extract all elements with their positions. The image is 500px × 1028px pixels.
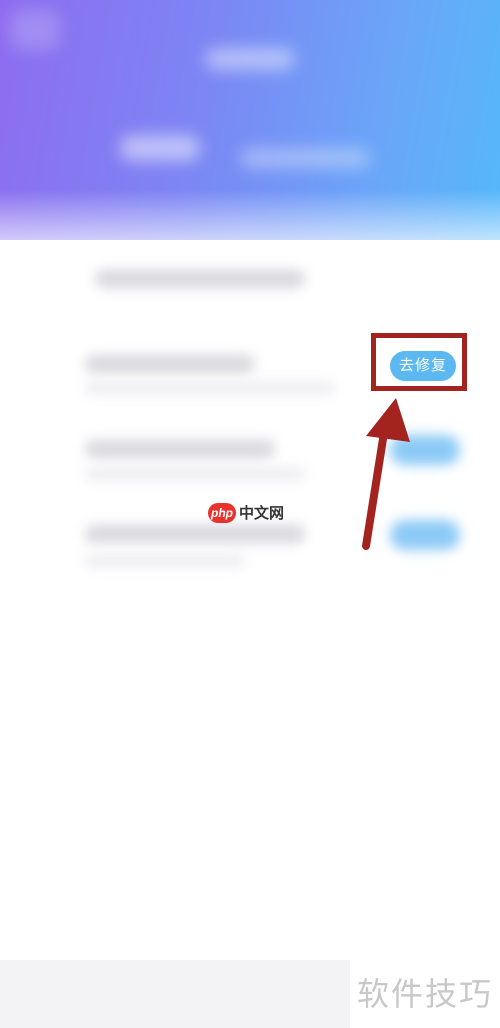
blurred-action-button — [390, 435, 460, 465]
blurred-text — [95, 270, 305, 288]
blurred-header-item — [120, 135, 200, 161]
caption-text: 软件技巧 — [350, 960, 500, 1028]
blurred-text — [85, 355, 255, 373]
blurred-text — [85, 525, 305, 543]
blurred-text — [85, 468, 305, 480]
watermark-text: 中文网 — [239, 505, 285, 522]
blurred-text — [85, 555, 245, 567]
blurred-title — [205, 48, 295, 70]
php-logo: php — [208, 502, 236, 523]
watermark: php 中文网 — [208, 502, 284, 523]
blurred-header-item — [240, 148, 370, 168]
blurred-header-corner — [10, 10, 60, 50]
highlight-box — [371, 333, 467, 391]
blurred-action-button — [390, 520, 460, 550]
blurred-text — [85, 440, 275, 458]
blurred-text — [85, 382, 335, 394]
